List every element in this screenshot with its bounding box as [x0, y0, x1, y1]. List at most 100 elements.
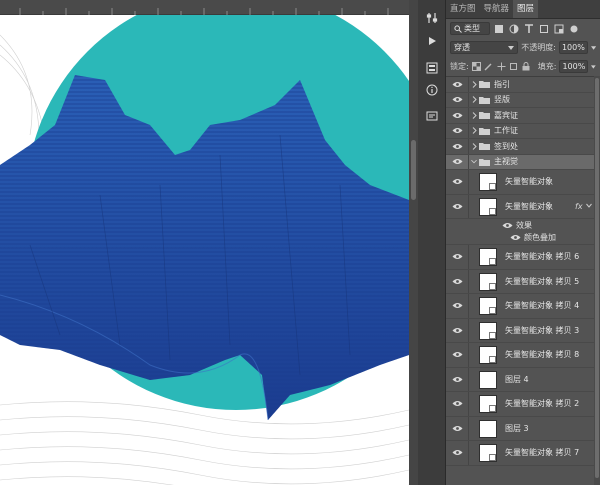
layers-scrollbar[interactable]: [594, 76, 600, 485]
layer-thumbnail: [479, 297, 497, 315]
opacity-label: 不透明度:: [521, 43, 556, 52]
lock-artboard-icon[interactable]: [509, 61, 518, 73]
lock-position-icon[interactable]: [497, 61, 506, 73]
effects-row[interactable]: 效果: [446, 219, 600, 231]
eye-icon[interactable]: [450, 301, 464, 311]
properties-icon[interactable]: [424, 108, 440, 124]
chevron-right-icon[interactable]: [471, 127, 477, 135]
eye-icon[interactable]: [450, 110, 464, 120]
filter-pixel-icon[interactable]: [493, 23, 505, 35]
eye-icon[interactable]: [450, 201, 464, 211]
smart-object-badge-icon: [489, 454, 496, 461]
layer-group-row[interactable]: 工作证: [446, 123, 600, 139]
layer-row[interactable]: 矢量智能对象: [446, 170, 600, 195]
eye-icon[interactable]: [450, 374, 464, 384]
layer-row[interactable]: 矢量智能对象 拷贝 7: [446, 441, 600, 466]
play-icon[interactable]: [424, 33, 440, 49]
eye-icon[interactable]: [450, 126, 464, 136]
layer-name: 图层 3: [505, 423, 529, 433]
layer-row[interactable]: 矢量智能对象 拷贝 6: [446, 245, 600, 270]
layer-thumbnail: [479, 272, 497, 291]
fill-input[interactable]: 100%: [559, 60, 589, 73]
layer-group-row[interactable]: 指引: [446, 77, 600, 93]
eye-icon[interactable]: [450, 399, 464, 409]
lock-transparency-icon[interactable]: [471, 61, 481, 73]
eye-icon[interactable]: [450, 350, 464, 360]
lock-icon[interactable]: [521, 61, 530, 73]
chevron-right-icon[interactable]: [471, 142, 477, 150]
filter-smart-object-icon[interactable]: [553, 23, 565, 35]
info-icon[interactable]: [424, 82, 440, 98]
eye-icon[interactable]: [508, 233, 522, 243]
eye-icon[interactable]: [500, 220, 514, 230]
layer-name: 矢量智能对象 拷贝 6: [505, 252, 580, 262]
opacity-chevron-icon[interactable]: [590, 45, 596, 50]
filter-shape-icon[interactable]: [538, 23, 550, 35]
layer-group-row-selected[interactable]: 主视觉: [446, 154, 600, 170]
filter-kind-select[interactable]: 类型: [450, 22, 490, 35]
layer-row[interactable]: 矢量智能对象 拷贝 2: [446, 392, 600, 417]
chevron-right-icon[interactable]: [471, 111, 477, 119]
layers-scrollbar-thumb[interactable]: [595, 78, 599, 478]
scrollbar-thumb[interactable]: [411, 140, 416, 200]
layer-group-row[interactable]: 嘉宾证: [446, 108, 600, 124]
tab-navigator[interactable]: 导航器: [480, 0, 514, 18]
adjustments-icon[interactable]: [424, 10, 440, 26]
layer-row[interactable]: 矢量智能对象 fx: [446, 194, 600, 219]
tab-histogram[interactable]: 直方图: [446, 0, 480, 18]
eye-icon[interactable]: [450, 141, 464, 151]
layer-thumbnail: [479, 321, 497, 340]
eye-icon[interactable]: [450, 177, 464, 187]
filter-adjustment-icon[interactable]: [508, 23, 520, 35]
group-name: 签到处: [494, 141, 518, 151]
document-canvas[interactable]: [0, 0, 418, 485]
filter-type-icon[interactable]: [523, 23, 535, 35]
layer-name: 图层 4: [505, 374, 529, 384]
swatches-icon[interactable]: [424, 60, 440, 76]
eye-icon[interactable]: [450, 423, 464, 433]
fill-chevron-icon[interactable]: [591, 64, 597, 69]
layers-list: 指引 竖版 嘉宾证 工作证 签到处 主视觉 矢量智能对象 矢量智能对象 fx 效…: [446, 76, 600, 485]
eye-icon[interactable]: [450, 95, 464, 105]
chevron-right-icon[interactable]: [471, 96, 477, 104]
blend-mode-select[interactable]: 穿透: [450, 41, 519, 54]
chevron-down-icon[interactable]: [471, 158, 477, 166]
layer-row[interactable]: 矢量智能对象 拷贝 4: [446, 294, 600, 319]
layer-group-row[interactable]: 签到处: [446, 139, 600, 155]
tab-layers[interactable]: 图层: [513, 0, 539, 18]
ruler-ticks: [19, 8, 389, 15]
layer-thumbnail: [479, 370, 497, 389]
eye-icon[interactable]: [450, 157, 464, 167]
chevron-down-icon: [508, 45, 515, 50]
canvas-vertical-scrollbar[interactable]: [409, 0, 418, 485]
eye-icon[interactable]: [450, 276, 464, 286]
eye-icon[interactable]: [450, 252, 464, 262]
eye-icon[interactable]: [450, 325, 464, 335]
layer-row[interactable]: 矢量智能对象 拷贝 5: [446, 269, 600, 294]
layer-row[interactable]: 图层 4: [446, 367, 600, 392]
group-name: 竖版: [494, 95, 510, 105]
fx-icon[interactable]: fx: [575, 202, 583, 211]
layer-row[interactable]: 矢量智能对象 拷贝 8: [446, 343, 600, 368]
smart-object-badge-icon: [489, 331, 496, 339]
eye-icon[interactable]: [450, 448, 464, 458]
layer-name: 矢量智能对象 拷贝 4: [505, 301, 580, 311]
lock-pixels-icon[interactable]: [484, 61, 493, 73]
search-icon: [454, 24, 462, 33]
group-name: 指引: [494, 79, 510, 89]
filter-toggle-icon[interactable]: [568, 23, 580, 35]
folder-icon: [479, 112, 490, 120]
folder-icon: [479, 96, 490, 104]
smart-object-badge-icon: [489, 405, 496, 412]
smart-object-badge-icon: [489, 307, 496, 314]
color-overlay-row[interactable]: 颜色叠加: [446, 231, 600, 245]
folder-open-icon: [479, 158, 490, 166]
layer-group-row[interactable]: 竖版: [446, 92, 600, 108]
eye-icon[interactable]: [450, 79, 464, 89]
layer-row[interactable]: 矢量智能对象 拷贝 3: [446, 318, 600, 343]
lock-label: 锁定:: [450, 62, 469, 71]
chevron-down-icon[interactable]: [586, 202, 592, 210]
chevron-right-icon[interactable]: [471, 80, 477, 88]
opacity-input[interactable]: 100%: [558, 41, 588, 54]
layer-row[interactable]: 图层 3: [446, 416, 600, 441]
